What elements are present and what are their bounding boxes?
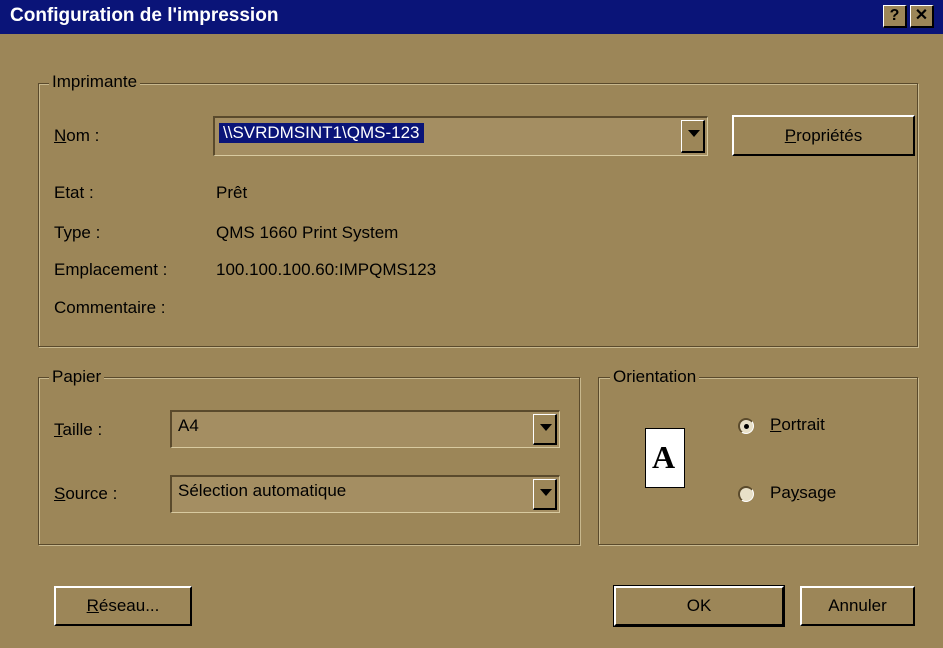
portrait-radio[interactable] [738, 418, 754, 434]
help-button[interactable]: ? [883, 5, 907, 28]
cancel-button[interactable]: Annuler [800, 586, 915, 626]
paper-source-combo[interactable]: Sélection automatique [170, 475, 560, 513]
help-icon: ? [889, 7, 900, 24]
network-button[interactable]: Réseau... [54, 586, 192, 626]
title-bar: Configuration de l'impression ? ✕ [0, 0, 943, 34]
printer-name-combo[interactable]: \\SVRDMSINT1\QMS-123 [213, 116, 708, 156]
status-label: Etat : [54, 183, 94, 202]
paper-size-combo[interactable]: A4 [170, 410, 560, 448]
landscape-label[interactable]: Paysage [770, 483, 836, 503]
status-value: Prêt [216, 183, 248, 202]
paper-source-value: Sélection automatique [178, 481, 347, 500]
page-portrait-icon: A [645, 428, 685, 488]
paper-group-label: Papier [49, 367, 105, 387]
properties-button-label: ropriétés [796, 126, 863, 145]
ok-button[interactable]: OK [613, 585, 785, 627]
chevron-down-icon[interactable] [533, 479, 557, 510]
printer-group-label: Imprimante [49, 72, 141, 92]
printer-name-value: \\SVRDMSINT1\QMS-123 [219, 123, 424, 143]
landscape-radio[interactable] [738, 486, 754, 502]
source-label: Source : [54, 484, 118, 503]
comment-label: Commentaire : [54, 298, 166, 317]
chevron-down-icon[interactable] [533, 414, 557, 445]
close-button[interactable]: ✕ [910, 5, 934, 28]
size-label: Taille : [54, 420, 103, 439]
properties-button[interactable]: Propriétés [732, 115, 915, 156]
location-value: 100.100.100.60:IMPQMS123 [216, 260, 437, 279]
close-icon: ✕ [914, 7, 929, 24]
type-value: QMS 1660 Print System [216, 223, 399, 242]
window-title: Configuration de l'impression [10, 5, 279, 26]
chevron-down-icon[interactable] [681, 120, 705, 153]
paper-size-value: A4 [178, 416, 199, 435]
orientation-group-label: Orientation [610, 367, 700, 387]
portrait-label[interactable]: Portrait [770, 415, 825, 435]
printer-name-label: Nom : [54, 126, 100, 145]
type-label: Type : [54, 223, 101, 242]
network-button-label: éseau... [98, 596, 160, 615]
location-label: Emplacement : [54, 260, 168, 279]
paper-group [38, 377, 580, 545]
